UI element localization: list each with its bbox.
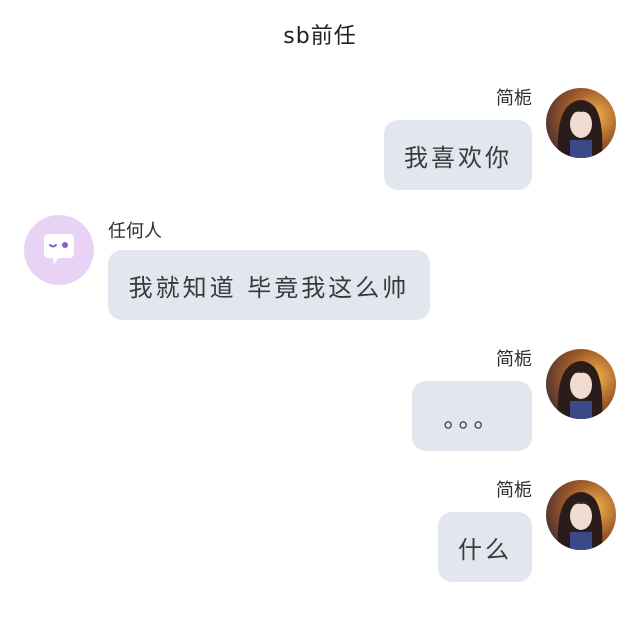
message-bubble[interactable]: 。。。 [412, 381, 532, 451]
message-row: 任何人 我就知道 毕竟我这么帅 [0, 215, 640, 325]
contact-avatar[interactable] [24, 215, 94, 285]
user-photo-icon [546, 88, 616, 158]
user-avatar[interactable] [546, 88, 616, 158]
message-bubble[interactable]: 什么 [438, 512, 532, 582]
user-photo-icon [546, 349, 616, 419]
user-avatar[interactable] [546, 480, 616, 550]
message-bubble[interactable]: 我喜欢你 [384, 120, 532, 190]
user-photo-icon [546, 480, 616, 550]
chat-title: sb前任 [283, 24, 357, 49]
message-bubble[interactable]: 我就知道 毕竟我这么帅 [108, 250, 430, 320]
message-row: 简栀 我喜欢你 [0, 84, 640, 194]
message-row: 简栀 什么 [0, 476, 640, 586]
sender-name: 任何人 [108, 221, 162, 242]
wink-chat-bubble-icon [24, 215, 94, 285]
sender-name: 简栀 [496, 480, 532, 501]
user-avatar[interactable] [546, 349, 616, 419]
sender-name: 简栀 [496, 88, 532, 109]
sender-name: 简栀 [496, 349, 532, 370]
message-row: 简栀 。。。 [0, 345, 640, 455]
